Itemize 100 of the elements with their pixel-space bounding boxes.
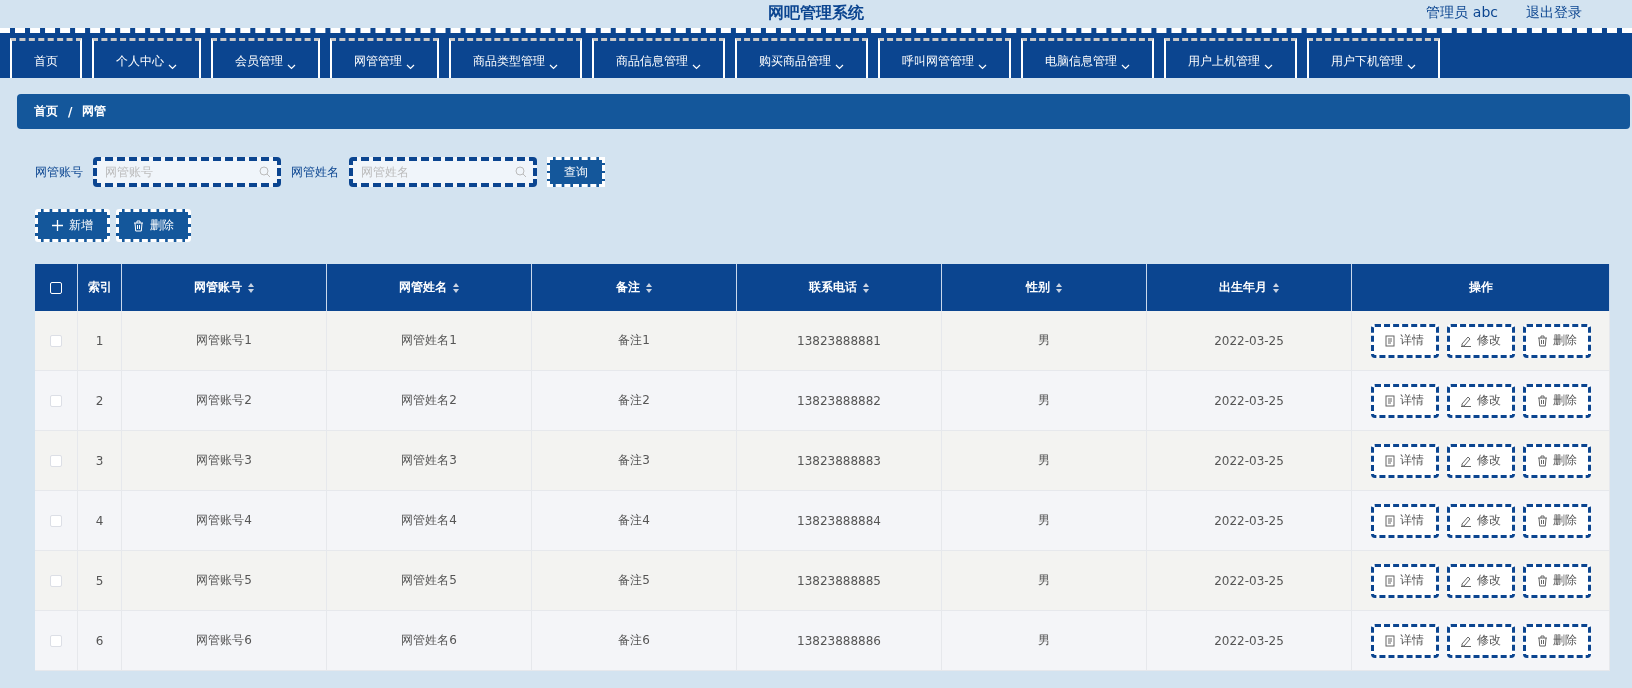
nav-label[interactable]: 个人中心 [116,53,164,70]
table-cell: 男 [1038,572,1050,589]
breadcrumb-item[interactable]: 首页 [34,103,58,120]
detail-button[interactable]: 详情 [1370,443,1439,478]
nav-label[interactable]: 首页 [34,53,58,70]
edit-button[interactable]: 修改 [1446,443,1515,478]
detail-button[interactable]: 详情 [1370,563,1439,598]
table-cell: 网管姓名3 [401,452,457,469]
breadcrumb-separator: / [68,104,73,119]
delete-button[interactable]: 删除 [1522,383,1591,418]
nav-item[interactable]: 用户上机管理 [1164,38,1297,78]
trash-icon [133,219,144,232]
add-button[interactable]: 新增 [35,209,110,242]
logout-link[interactable]: 退出登录 [1526,4,1582,22]
breadcrumb-item[interactable]: 网管 [82,103,107,120]
nav-item[interactable]: 会员管理 [211,38,320,78]
sort-icon[interactable] [451,281,460,294]
detail-button[interactable]: 详情 [1370,623,1439,658]
checkbox[interactable] [50,394,62,407]
edit-button[interactable]: 修改 [1446,563,1515,598]
table-cell: 备注3 [618,452,650,469]
user-name: 管理员 abc [1426,4,1498,22]
table-cell: 13823888883 [797,453,881,468]
column-title: 网管姓名 [398,279,447,296]
column-title: 索引 [87,279,112,296]
table-cell: 男 [1038,332,1050,349]
document-icon [1385,394,1395,407]
detail-button[interactable]: 详情 [1370,323,1439,358]
checkbox[interactable] [50,574,62,587]
table-cell: 备注6 [618,632,650,649]
nav-label[interactable]: 商品信息管理 [616,53,688,70]
search-field[interactable]: 网管姓名 [349,157,537,187]
table-cell: 网管账号5 [196,572,252,589]
document-icon [1385,634,1395,647]
table-cell: 6 [95,633,104,648]
delete-button[interactable]: 删除 [1522,623,1591,658]
query-button[interactable]: 查询 [547,157,605,187]
trash-icon [1536,634,1548,647]
nav-label[interactable]: 购买商品管理 [759,53,831,70]
nav-label[interactable]: 用户上机管理 [1188,53,1260,70]
table-cell: 4 [95,513,104,528]
table-cell: 2022-03-25 [1214,333,1284,348]
detail-button[interactable]: 详情 [1370,503,1439,538]
field-label: 网管账号 [35,163,83,181]
edit-button[interactable]: 修改 [1446,383,1515,418]
checkbox[interactable] [50,634,62,647]
nav-item[interactable]: 个人中心 [92,38,201,78]
sort-icon[interactable] [1271,281,1280,294]
edit-button[interactable]: 修改 [1446,623,1515,658]
sort-icon[interactable] [1054,281,1063,294]
table-cell: 5 [95,573,104,588]
search-icon [259,166,271,178]
table-cell: 网管账号3 [196,452,252,469]
nav-label[interactable]: 商品类型管理 [473,53,545,70]
table-cell: 备注5 [618,572,650,589]
table-cell: 13823888882 [797,393,881,408]
nav-label[interactable]: 用户下机管理 [1331,53,1403,70]
nav-label[interactable]: 会员管理 [235,53,283,70]
nav-item[interactable]: 购买商品管理 [735,38,868,78]
table-cell: 13823888881 [797,333,881,348]
table-cell: 网管姓名2 [401,392,457,409]
column-title: 性别 [1025,279,1050,296]
trash-icon [1536,394,1548,407]
sort-icon[interactable] [861,281,870,294]
document-icon [1385,574,1395,587]
table-cell: 网管账号6 [196,632,252,649]
table-cell: 网管账号2 [196,392,252,409]
delete-button[interactable]: 删除 [1522,503,1591,538]
table-cell: 网管账号4 [196,512,252,529]
search-field[interactable]: 网管账号 [93,157,281,187]
checkbox[interactable] [50,514,62,527]
table-cell: 网管姓名6 [401,632,457,649]
checkbox[interactable] [50,454,62,467]
table-cell: 2022-03-25 [1214,633,1284,648]
detail-button[interactable]: 详情 [1370,383,1439,418]
delete-button[interactable]: 删除 [1522,323,1591,358]
table-cell: 网管账号1 [196,332,252,349]
nav-item[interactable]: 网管管理 [330,38,439,78]
document-icon [1385,514,1395,527]
delete-button[interactable]: 删除 [1522,563,1591,598]
nav-item[interactable]: 电脑信息管理 [1021,38,1154,78]
sort-icon[interactable] [644,281,653,294]
nav-label[interactable]: 呼叫网管管理 [902,53,974,70]
edit-button[interactable]: 修改 [1446,503,1515,538]
nav-item[interactable]: 首页 [10,38,82,78]
pencil-icon [1460,574,1472,587]
nav-label[interactable]: 电脑信息管理 [1045,53,1117,70]
nav-label[interactable]: 网管管理 [354,53,402,70]
edit-button[interactable]: 修改 [1446,323,1515,358]
nav-item[interactable]: 商品类型管理 [449,38,582,78]
sort-icon[interactable] [246,281,255,294]
nav-item[interactable]: 商品信息管理 [592,38,725,78]
nav-item[interactable]: 呼叫网管管理 [878,38,1011,78]
delete-button[interactable]: 删除 [116,209,191,242]
document-icon [1385,454,1395,467]
document-icon [1385,334,1395,347]
checkbox[interactable] [50,334,62,347]
plus-icon [52,220,63,231]
nav-item[interactable]: 用户下机管理 [1307,38,1440,78]
delete-button[interactable]: 删除 [1522,443,1591,478]
